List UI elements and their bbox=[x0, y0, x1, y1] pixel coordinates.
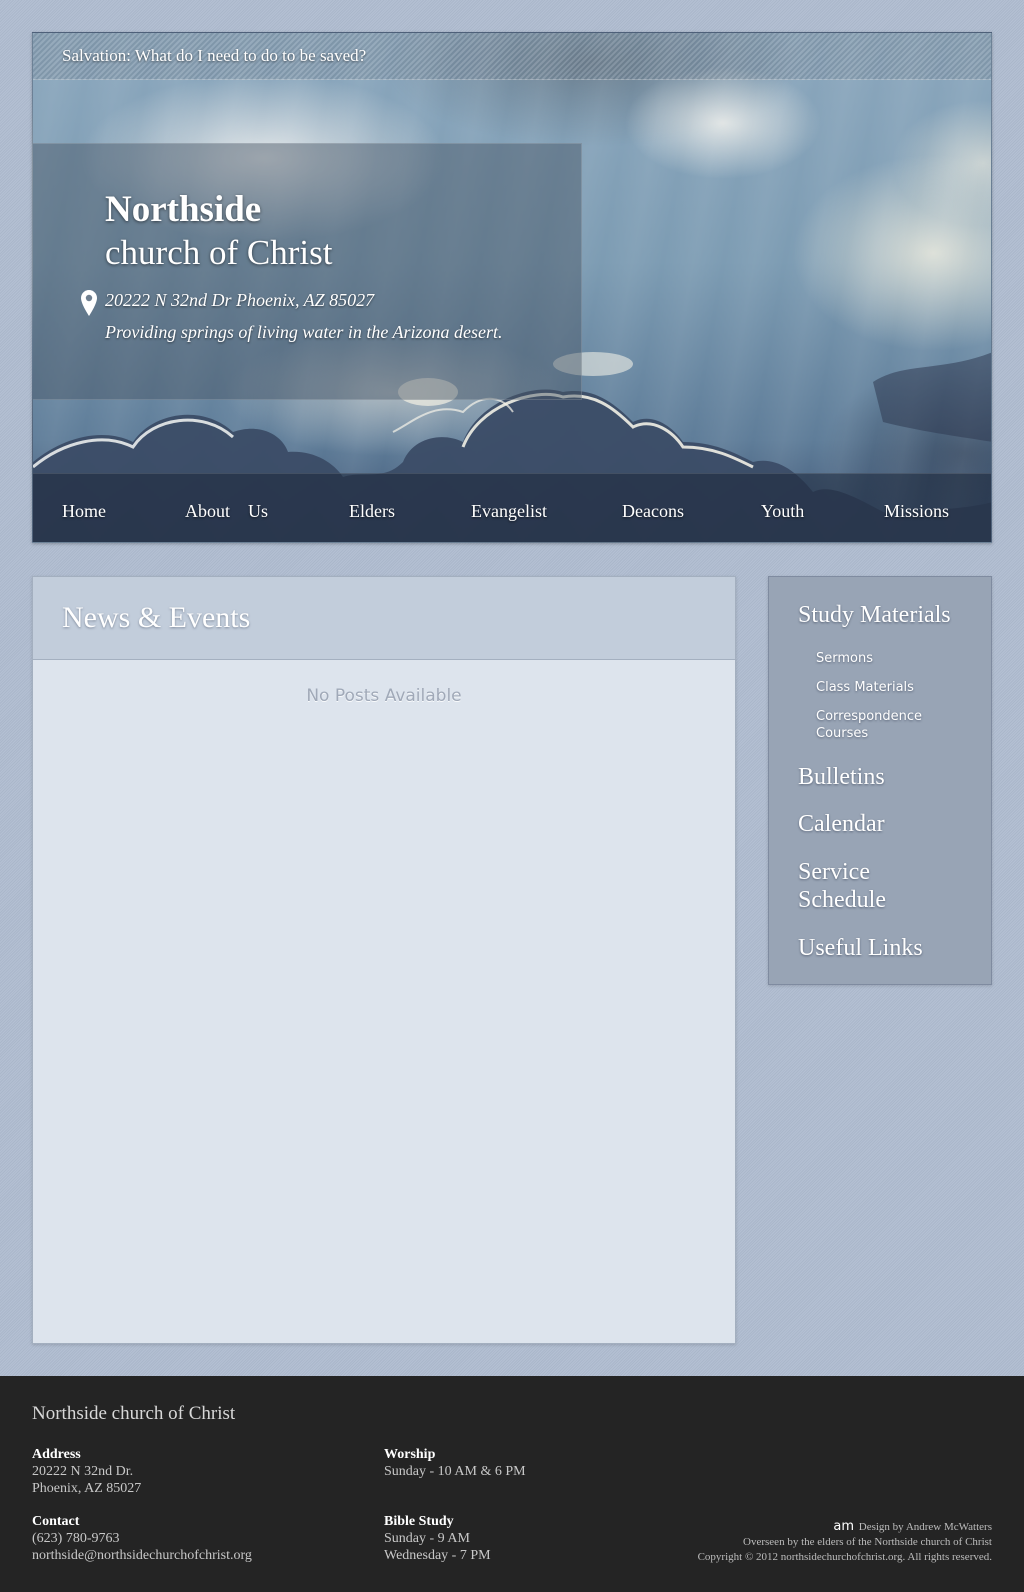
tagline: Providing springs of living water in the… bbox=[105, 322, 503, 342]
nav-evangelist[interactable]: Evangelist bbox=[471, 501, 547, 522]
sidebar-class-materials[interactable]: Class Materials bbox=[816, 679, 966, 696]
salvation-bar: Salvation: What do I need to do to be sa… bbox=[33, 33, 991, 80]
nav-missions[interactable]: Missions bbox=[884, 501, 949, 522]
footer-credits: am Design by Andrew McWatters Overseen b… bbox=[698, 1519, 992, 1565]
designer-logo[interactable]: am bbox=[833, 1519, 854, 1534]
sidebar-sermons[interactable]: Sermons bbox=[816, 650, 966, 667]
footer-bible-study: Bible Study Sunday - 9 AM Wednesday - 7 … bbox=[384, 1513, 491, 1564]
footer-contact: Contact (623) 780-9763 northside@northsi… bbox=[32, 1513, 252, 1564]
title-panel: Northside church of Christ 20222 N 32nd … bbox=[33, 143, 582, 400]
nav-home[interactable]: Home bbox=[62, 501, 106, 522]
news-title: News & Events bbox=[62, 601, 251, 634]
site-footer: Northside church of Christ Address 20222… bbox=[0, 1376, 1024, 1592]
salvation-link[interactable]: Salvation: What do I need to do to be sa… bbox=[62, 46, 366, 66]
sidebar-service-schedule[interactable]: Service Schedule bbox=[798, 858, 918, 914]
sidebar-calendar[interactable]: Calendar bbox=[798, 810, 968, 838]
site-name[interactable]: Northside bbox=[105, 189, 261, 231]
footer-address-heading: Address bbox=[32, 1447, 81, 1462]
main-nav: Home About Us Elders Evangelist Deacons … bbox=[33, 473, 991, 542]
sidebar-correspondence-courses[interactable]: Correspondence Courses bbox=[816, 708, 966, 742]
footer-email[interactable]: northside@northsidechurchofchrist.org bbox=[32, 1547, 252, 1564]
overseen-line: Overseen by the elders of the Northside … bbox=[743, 1536, 992, 1548]
map-pin-icon bbox=[81, 290, 97, 316]
site-header: Salvation: What do I need to do to be sa… bbox=[32, 32, 992, 543]
news-header: News & Events bbox=[33, 577, 735, 660]
design-credit: Design by Andrew McWatters bbox=[858, 1521, 992, 1533]
copyright-line: Copyright © 2012 northsidechurchofchrist… bbox=[697, 1551, 992, 1563]
design-credit-line: am Design by Andrew McWatters bbox=[698, 1519, 992, 1535]
nav-about-us[interactable]: About Us bbox=[185, 501, 268, 522]
footer-address-line2: Phoenix, AZ 85027 bbox=[32, 1481, 142, 1496]
footer-brand: Northside church of Christ bbox=[32, 1403, 236, 1424]
nav-youth[interactable]: Youth bbox=[761, 501, 804, 522]
church-address: 20222 N 32nd Dr Phoenix, AZ 85027 bbox=[105, 290, 375, 310]
site-subtitle[interactable]: church of Christ bbox=[105, 232, 332, 274]
nav-deacons[interactable]: Deacons bbox=[622, 501, 684, 522]
no-posts-message: No Posts Available bbox=[306, 686, 462, 706]
footer-phone[interactable]: (623) 780-9763 bbox=[32, 1530, 252, 1547]
footer-worship-time: Sunday - 10 AM & 6 PM bbox=[384, 1464, 526, 1479]
footer-contact-heading: Contact bbox=[32, 1514, 80, 1529]
footer-bible-wednesday: Wednesday - 7 PM bbox=[384, 1548, 491, 1563]
footer-worship-heading: Worship bbox=[384, 1447, 436, 1462]
news-events-panel: News & Events No Posts Available bbox=[32, 576, 736, 1344]
sidebar-useful-links[interactable]: Useful Links bbox=[798, 934, 923, 962]
footer-bible-sunday: Sunday - 9 AM bbox=[384, 1531, 470, 1546]
nav-elders[interactable]: Elders bbox=[349, 501, 395, 522]
sidebar-bulletins[interactable]: Bulletins bbox=[798, 763, 885, 791]
footer-bible-heading: Bible Study bbox=[384, 1514, 454, 1529]
footer-address-line1: 20222 N 32nd Dr. bbox=[32, 1464, 134, 1479]
sidebar-study-materials[interactable]: Study Materials bbox=[798, 601, 951, 629]
sidebar: Study Materials Sermons Class Materials … bbox=[768, 576, 992, 985]
footer-worship: Worship Sunday - 10 AM & 6 PM bbox=[384, 1446, 526, 1480]
footer-address: Address 20222 N 32nd Dr. Phoenix, AZ 850… bbox=[32, 1446, 141, 1497]
